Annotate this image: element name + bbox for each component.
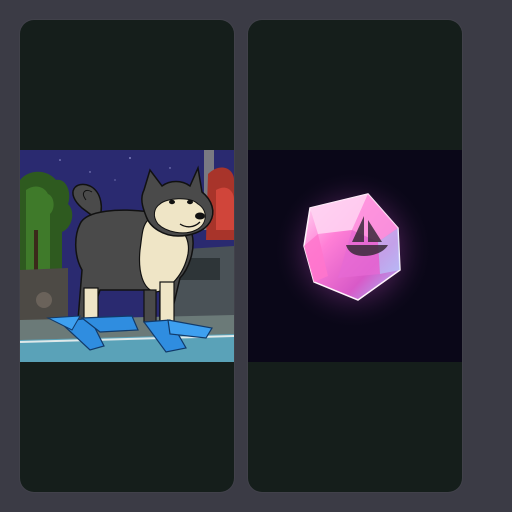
dog-illustration-icon	[20, 150, 234, 362]
gem-illustration-icon	[248, 150, 462, 362]
nft-image-dog[interactable]	[20, 150, 234, 362]
nft-image-gem[interactable]	[248, 150, 462, 362]
nft-card-gem[interactable]	[248, 20, 462, 492]
nft-card-dog[interactable]	[20, 20, 234, 492]
nft-grid	[0, 0, 512, 512]
